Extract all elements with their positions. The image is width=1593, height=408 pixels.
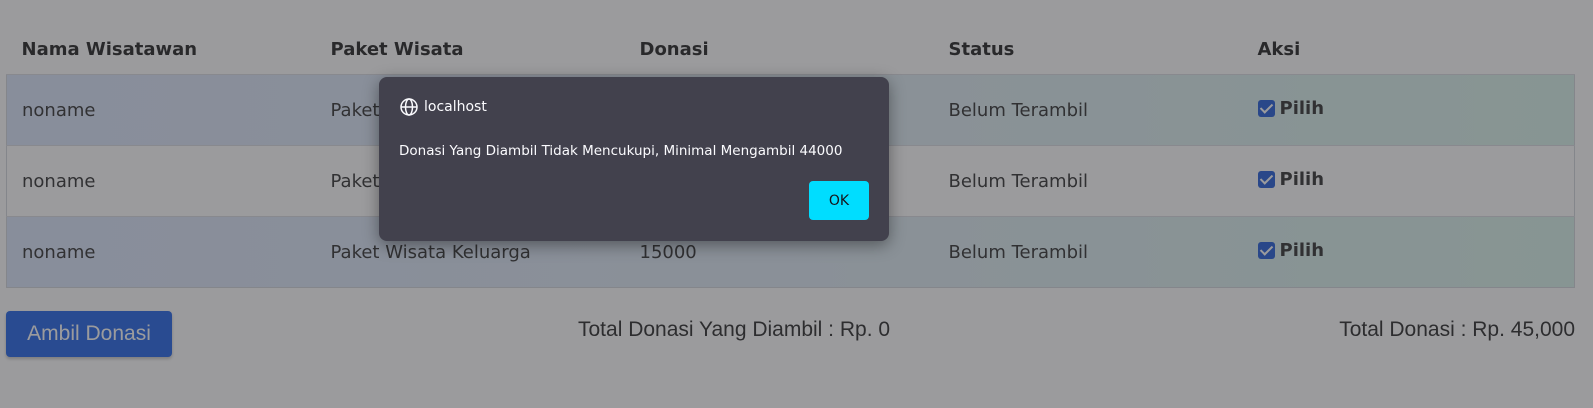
dialog-origin: localhost [424,99,487,115]
ok-button[interactable]: OK [809,181,869,220]
alert-dialog: localhost Donasi Yang Diambil Tidak Menc… [379,77,889,241]
globe-icon [400,98,418,116]
dialog-message: Donasi Yang Diambil Tidak Mencukupi, Min… [399,143,843,159]
dialog-header: localhost [399,97,487,117]
